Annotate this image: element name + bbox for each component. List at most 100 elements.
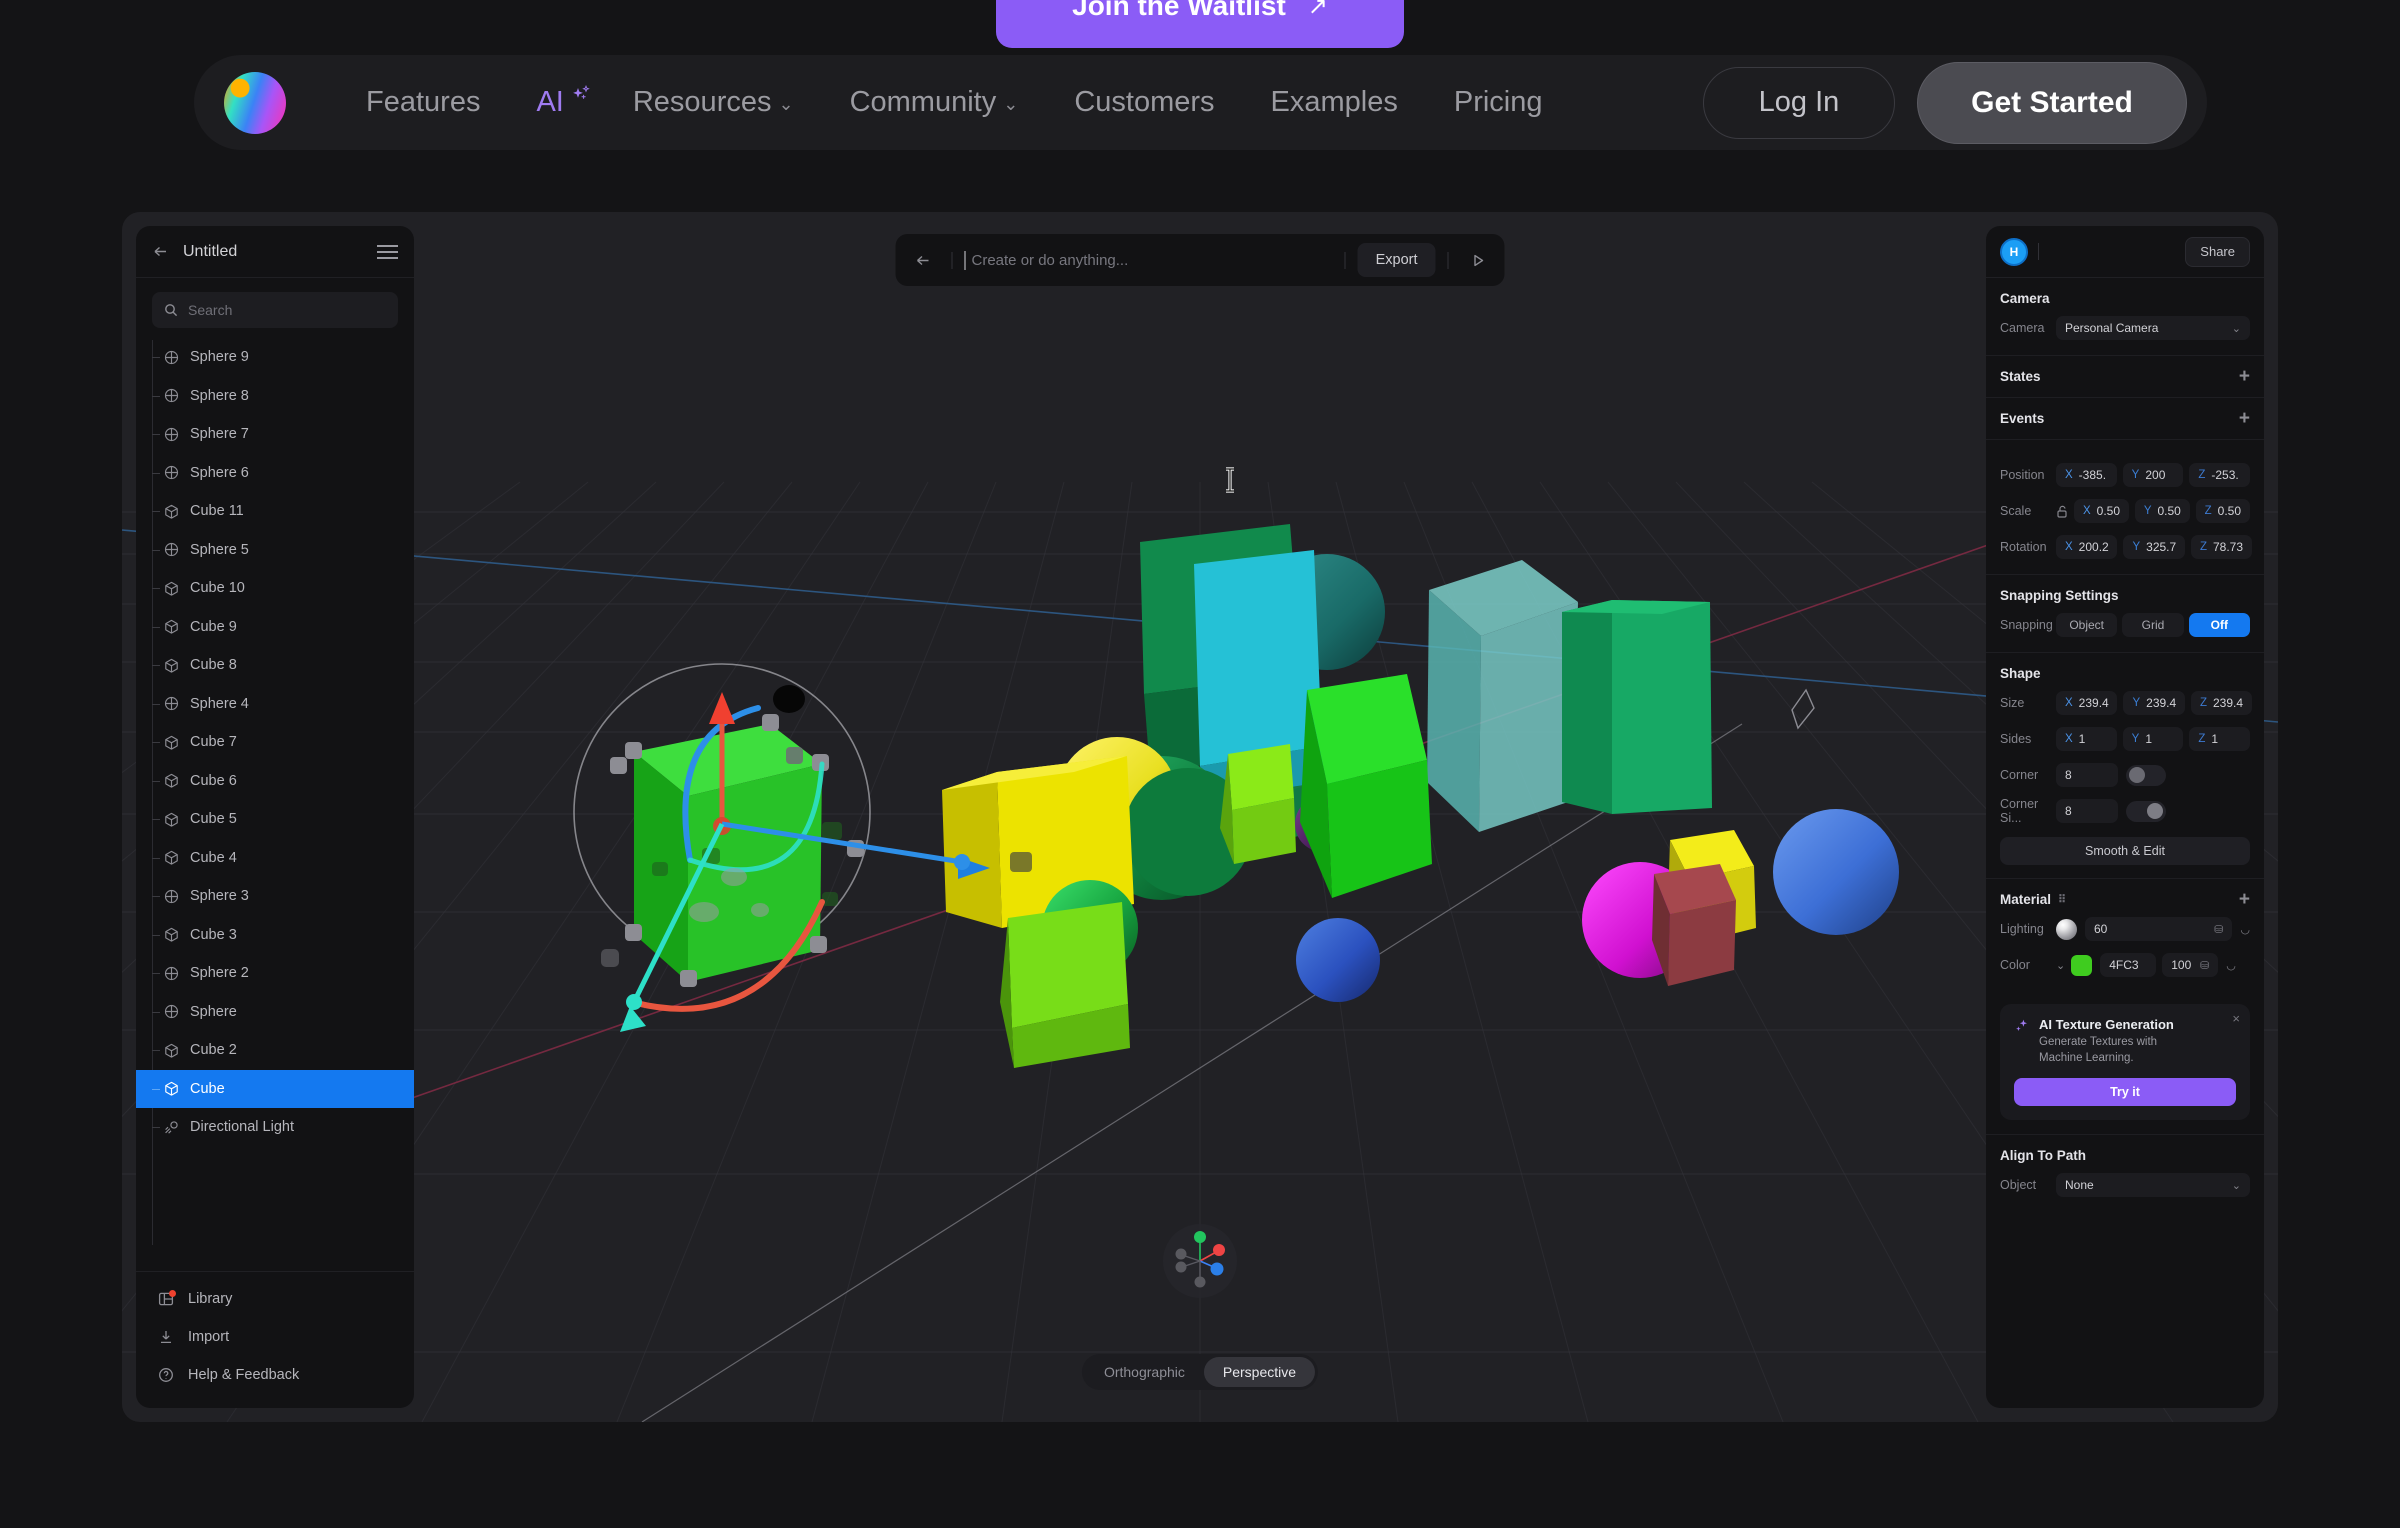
corner-toggle[interactable] [2126, 764, 2166, 786]
nav-item-features[interactable]: Features [338, 86, 508, 119]
layer-item[interactable]: Sphere 4 [136, 685, 414, 724]
position-z-field[interactable]: Z -253. [2189, 463, 2251, 487]
visibility-eye-icon[interactable]: ◡ [2240, 923, 2250, 936]
layer-item[interactable]: Cube 10 [136, 569, 414, 608]
position-x-field[interactable]: X -385. [2056, 463, 2117, 487]
footer-label: Library [188, 1291, 233, 1307]
layers-stack-icon[interactable]: ⛁ [2200, 959, 2209, 972]
add-material-icon[interactable]: + [2239, 890, 2250, 909]
share-button[interactable]: Share [2185, 236, 2250, 267]
snapping-option-grid[interactable]: Grid [2122, 613, 2184, 637]
camera-select[interactable]: Personal Camera ⌄ [2056, 316, 2250, 340]
layer-item[interactable]: Sphere 3 [136, 877, 414, 916]
rotation-z-field[interactable]: Z 78.73 [2190, 535, 2253, 559]
sides-z-field[interactable]: Z 1 [2189, 727, 2251, 751]
layer-item[interactable]: Sphere 2 [136, 954, 414, 993]
row-label: Scale [2000, 504, 2032, 518]
tree-tick [152, 588, 160, 590]
search-box[interactable] [152, 292, 398, 328]
layer-item[interactable]: Sphere [136, 993, 414, 1032]
project-title[interactable]: Untitled [183, 243, 237, 261]
command-back-icon[interactable] [906, 243, 940, 277]
layer-item[interactable]: Cube 3 [136, 916, 414, 955]
layer-item[interactable]: Sphere 8 [136, 377, 414, 416]
color-hex-field[interactable]: 4FC3 [2100, 953, 2157, 977]
lock-aspect-icon[interactable] [2056, 505, 2068, 518]
back-arrow-icon[interactable] [152, 243, 169, 260]
command-input[interactable] [967, 251, 1333, 269]
rotation-y-field[interactable]: Y 325.7 [2123, 535, 2185, 559]
play-icon[interactable] [1461, 243, 1495, 277]
nav-item-examples[interactable]: Examples [1243, 86, 1426, 119]
add-event-icon[interactable]: + [2239, 409, 2250, 428]
drag-handle-icon[interactable]: ⠿ [2058, 893, 2067, 906]
corner-size-toggle[interactable] [2126, 800, 2166, 822]
menu-icon[interactable] [377, 244, 398, 259]
scale-y-field[interactable]: Y 0.50 [2134, 499, 2190, 523]
layer-item[interactable]: Cube 2 [136, 1031, 414, 1070]
layer-item[interactable]: Cube [136, 1069, 414, 1108]
corner-size-value-field[interactable]: 8 [2056, 799, 2118, 823]
layer-item[interactable]: Cube 7 [136, 723, 414, 762]
library-badge [169, 1290, 176, 1297]
sides-y-field[interactable]: Y 1 [2122, 727, 2184, 751]
size-x-field[interactable]: X 239.4 [2056, 691, 2118, 715]
corner-value-field[interactable]: 8 [2056, 763, 2118, 787]
layers-list[interactable]: Sphere 9 Sphere 8 Sphere 7 Sphere 6 Cube 11 S… [136, 336, 414, 1271]
chevron-down-icon[interactable]: ⌄ [2056, 959, 2065, 972]
scale-x-field[interactable]: X 0.50 [2074, 499, 2129, 523]
nav-item-pricing[interactable]: Pricing [1426, 86, 1571, 119]
sides-x-field[interactable]: X 1 [2056, 727, 2117, 751]
position-y-field[interactable]: Y 200 [2122, 463, 2184, 487]
get-started-button[interactable]: Get Started [1917, 61, 2187, 144]
export-button[interactable]: Export [1357, 243, 1436, 277]
scale-z-field[interactable]: Z 0.50 [2195, 499, 2251, 523]
layer-item[interactable]: Cube 6 [136, 762, 414, 801]
orientation-gizmo[interactable] [1163, 1224, 1237, 1298]
search-input[interactable] [188, 302, 386, 318]
footer-item-library[interactable]: Library [136, 1280, 414, 1318]
snapping-option-off[interactable]: Off [2188, 613, 2250, 637]
rotation-x-field[interactable]: X 200.2 [2056, 535, 2118, 559]
tree-tick [152, 1011, 160, 1013]
viewport-3d[interactable]: Orthographic Perspective [122, 212, 2278, 1422]
align-object-select[interactable]: None ⌄ [2056, 1173, 2250, 1198]
footer-item-import[interactable]: Import [136, 1318, 414, 1356]
layer-item[interactable]: Sphere 7 [136, 415, 414, 454]
lighting-preview-icon[interactable] [2056, 918, 2077, 940]
nav-item-customers[interactable]: Customers [1046, 86, 1242, 119]
size-y-field[interactable]: Y 239.4 [2123, 691, 2185, 715]
axis-y-label: Y [2143, 505, 2152, 517]
layer-item[interactable]: Cube 8 [136, 646, 414, 685]
color-opacity-field[interactable]: 100 ⛁ [2162, 953, 2219, 977]
lighting-value-field[interactable]: 60 ⛁ [2085, 917, 2233, 941]
row-label: Size [2000, 696, 2025, 710]
layers-stack-icon[interactable]: ⛁ [2214, 923, 2223, 936]
layer-item[interactable]: Cube 11 [136, 492, 414, 531]
nav-item-community[interactable]: Community ⌄ [822, 86, 1047, 119]
layer-item[interactable]: Sphere 5 [136, 531, 414, 570]
nav-item-ai[interactable]: AI [508, 84, 604, 119]
layer-item[interactable]: Directional Light [136, 1108, 414, 1147]
projection-orthographic-button[interactable]: Orthographic [1085, 1357, 1204, 1387]
layer-item[interactable]: Cube 9 [136, 608, 414, 647]
add-state-icon[interactable]: + [2239, 367, 2250, 386]
try-it-button[interactable]: Try it [2014, 1078, 2236, 1107]
snapping-option-object[interactable]: Object [2056, 613, 2118, 637]
color-swatch[interactable] [2071, 954, 2093, 976]
brand-logo-icon[interactable] [224, 71, 286, 134]
size-z-field[interactable]: Z 239.4 [2190, 691, 2253, 715]
layer-item[interactable]: Cube 5 [136, 800, 414, 839]
layer-item[interactable]: Sphere 9 [136, 338, 414, 377]
layer-item[interactable]: Sphere 6 [136, 454, 414, 493]
projection-perspective-button[interactable]: Perspective [1203, 1357, 1316, 1387]
avatar[interactable]: H [2000, 237, 2028, 266]
layer-item[interactable]: Cube 4 [136, 839, 414, 878]
nav-item-resources[interactable]: Resources ⌄ [605, 86, 822, 119]
join-waitlist-button[interactable]: Join the Waitlist ↗ [996, 0, 1404, 48]
log-in-button[interactable]: Log In [1703, 66, 1895, 139]
close-icon[interactable]: × [2232, 1011, 2240, 1026]
smooth-and-edit-button[interactable]: Smooth & Edit [2000, 837, 2250, 865]
visibility-eye-icon[interactable]: ◡ [2226, 959, 2236, 972]
footer-item-help[interactable]: Help & Feedback [136, 1356, 414, 1394]
